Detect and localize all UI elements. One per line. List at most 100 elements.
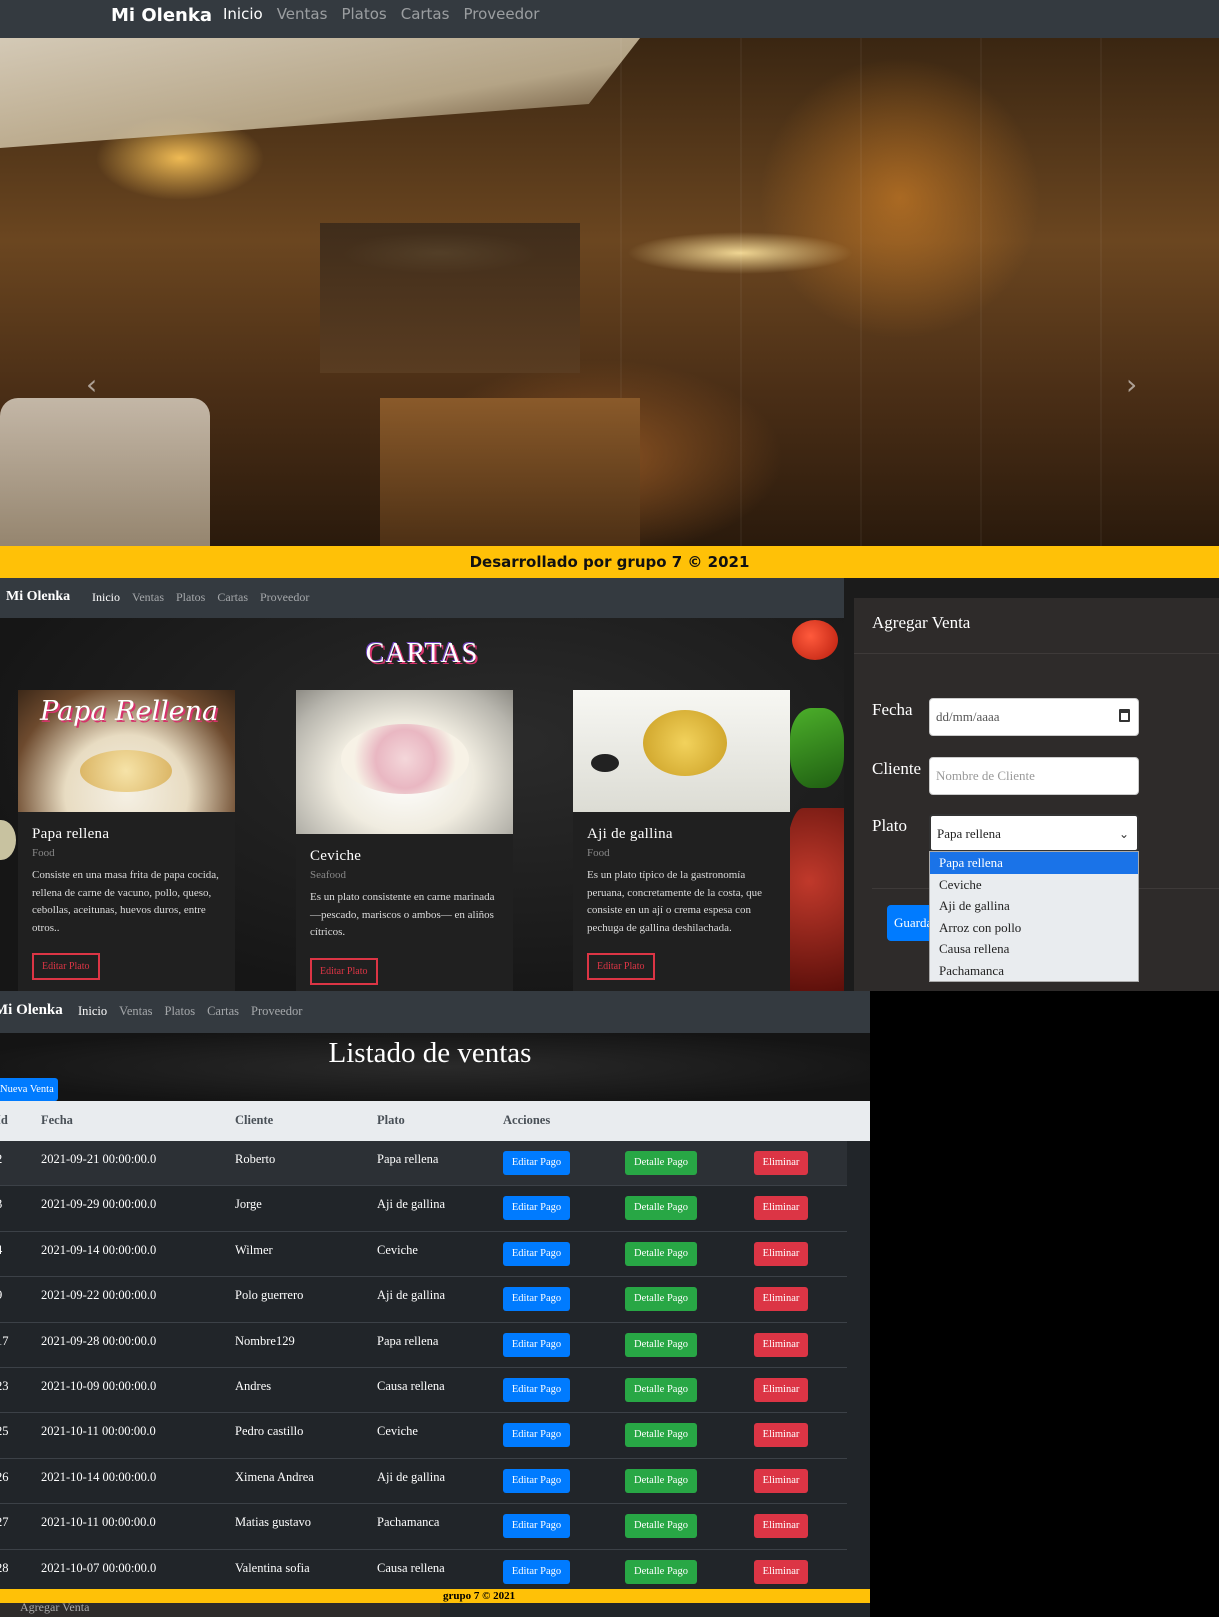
plato-card: Aji de gallina Food Es un plato típico d… [573,690,790,991]
fecha-input[interactable]: dd/mm/aaaa [929,698,1139,736]
cell-cliente: Andres [235,1378,272,1393]
navbar-brand[interactable]: Mi Olenka [6,589,70,605]
col-header-acciones: Acciones [503,1113,551,1127]
eliminar-button[interactable]: Eliminar [754,1196,808,1221]
col-header-cliente: Cliente [235,1113,274,1127]
nav-item-platos[interactable]: Platos [176,590,205,605]
detalle-pago-button[interactable]: Detalle Pago [625,1377,697,1402]
card-description: Consiste en una masa frita de papa cocid… [32,869,219,934]
calendar-icon[interactable] [1119,709,1130,722]
navbar-brand[interactable]: Mi Olenka [111,5,212,26]
plato-select[interactable]: Papa rellena ⌄ [929,814,1139,852]
edit-plato-button[interactable]: Editar Plato [32,953,100,980]
nueva-venta-button[interactable]: Nueva Venta [0,1078,58,1101]
cell-plato: Ceviche [377,1242,418,1257]
editar-pago-button[interactable]: Editar Pago [503,1287,570,1312]
cliente-label: Cliente [872,759,922,778]
ventas-screen: Mi Olenka Inicio Ventas Platos Cartas Pr… [0,991,870,1617]
nav-item-inicio[interactable]: Inicio [92,590,120,605]
plato-option[interactable]: Pachamanca [930,960,1138,982]
editar-pago-button[interactable]: Editar Pago [503,1196,570,1221]
awning-shape [0,38,640,148]
plato-option[interactable]: Aji de gallina [930,895,1138,917]
nav-item-ventas[interactable]: Ventas [277,5,328,23]
cell-fecha: 2021-09-22 00:00:00.0 [41,1288,157,1303]
plato-option[interactable]: Ceviche [930,874,1138,896]
cell-fecha: 2021-10-11 00:00:00.0 [41,1515,156,1530]
editar-pago-button[interactable]: Editar Pago [503,1241,570,1266]
editar-pago-button[interactable]: Editar Pago [503,1468,570,1493]
editar-pago-button[interactable]: Editar Pago [503,1559,570,1584]
detalle-pago-button[interactable]: Detalle Pago [625,1559,697,1584]
nav-item-platos[interactable]: Platos [165,1004,196,1019]
dish-shape [80,750,172,792]
eliminar-button[interactable]: Eliminar [754,1287,808,1312]
detalle-pago-button[interactable]: Detalle Pago [625,1151,697,1175]
cliente-input[interactable]: Nombre de Cliente [929,757,1139,795]
fecha-label: Fecha [872,700,913,719]
card-category: Seafood [310,869,347,881]
papa-rellena-image: Papa Rellena [18,690,235,812]
editar-pago-button[interactable]: Editar Pago [503,1514,570,1539]
navbar-brand[interactable]: Mi Olenka [0,1002,63,1019]
detalle-pago-button[interactable]: Detalle Pago [625,1241,697,1266]
nav-item-ventas[interactable]: Ventas [132,590,164,605]
detalle-pago-button[interactable]: Detalle Pago [625,1423,697,1448]
table-body: 2 2021-09-21 00:00:00.0 Roberto Papa rellen… [0,1141,847,1595]
eliminar-button[interactable]: Eliminar [754,1241,808,1266]
chair-shape [0,398,210,546]
nav-item-cartas[interactable]: Cartas [207,1004,239,1019]
plato-option[interactable]: Papa rellena [930,852,1138,874]
nav-item-inicio[interactable]: Inicio [78,1004,107,1019]
table-row: 17 2021-09-28 00:00:00.0 Nombre129 Papa rel… [0,1323,847,1368]
edit-plato-button[interactable]: Editar Plato [587,953,655,980]
cell-id: 3 [0,1197,2,1212]
eliminar-button[interactable]: Eliminar [754,1559,808,1584]
guardar-button[interactable]: Guardar [887,905,929,941]
cell-fecha: 2021-10-09 00:00:00.0 [41,1378,157,1393]
edit-plato-button[interactable]: Editar Plato [310,957,378,985]
detalle-pago-button[interactable]: Detalle Pago [625,1287,697,1312]
editar-pago-button[interactable]: Editar Pago [503,1423,570,1448]
nav-item-cartas[interactable]: Cartas [217,590,248,605]
eliminar-button[interactable]: Eliminar [754,1514,808,1539]
footer-text: grupo 7 © 2021 [443,1590,516,1602]
cell-id: 28 [0,1560,9,1575]
eliminar-button[interactable]: Eliminar [754,1468,808,1493]
carousel-next-icon[interactable]: › [1126,368,1137,401]
dish-shape [643,710,727,776]
editar-pago-button[interactable]: Editar Pago [503,1151,570,1175]
cartas-screen: Mi Olenka Inicio Ventas Platos Cartas Pr… [0,578,844,991]
eliminar-button[interactable]: Eliminar [754,1151,808,1175]
detalle-pago-button[interactable]: Detalle Pago [625,1514,697,1539]
nav-item-proveedor[interactable]: Proveedor [260,590,309,605]
aji-de-gallina-image [573,690,790,812]
wall-shape [320,223,580,373]
footer: grupo 7 © 2021 [0,1589,870,1603]
editar-pago-button[interactable]: Editar Pago [503,1377,570,1402]
cell-id: 25 [0,1424,9,1439]
detalle-pago-button[interactable]: Detalle Pago [625,1196,697,1221]
nav-item-platos[interactable]: Platos [341,5,386,23]
eliminar-button[interactable]: Eliminar [754,1377,808,1402]
eliminar-button[interactable]: Eliminar [754,1332,808,1357]
nav-item-cartas[interactable]: Cartas [401,5,450,23]
nav-item-inicio[interactable]: Inicio [223,5,263,23]
cell-id: 23 [0,1378,9,1393]
detalle-pago-button[interactable]: Detalle Pago [625,1332,697,1357]
nav-item-ventas[interactable]: Ventas [119,1004,152,1019]
meat-decoration [786,808,844,991]
detalle-pago-button[interactable]: Detalle Pago [625,1468,697,1493]
cell-id: 17 [0,1333,9,1348]
plato-option[interactable]: Arroz con pollo [930,917,1138,939]
cell-fecha: 2021-10-07 00:00:00.0 [41,1560,157,1575]
nav-item-proveedor[interactable]: Proveedor [463,5,539,23]
nav-item-proveedor[interactable]: Proveedor [251,1004,302,1019]
plato-option[interactable]: Causa rellena [930,938,1138,960]
card-title: Ceviche [310,848,362,864]
eliminar-button[interactable]: Eliminar [754,1423,808,1448]
cell-fecha: 2021-10-14 00:00:00.0 [41,1469,157,1484]
editar-pago-button[interactable]: Editar Pago [503,1332,570,1357]
table-row: 3 2021-09-29 00:00:00.0 Jorge Aji de gallin… [0,1186,847,1232]
carousel-prev-icon[interactable]: ‹ [86,368,97,401]
